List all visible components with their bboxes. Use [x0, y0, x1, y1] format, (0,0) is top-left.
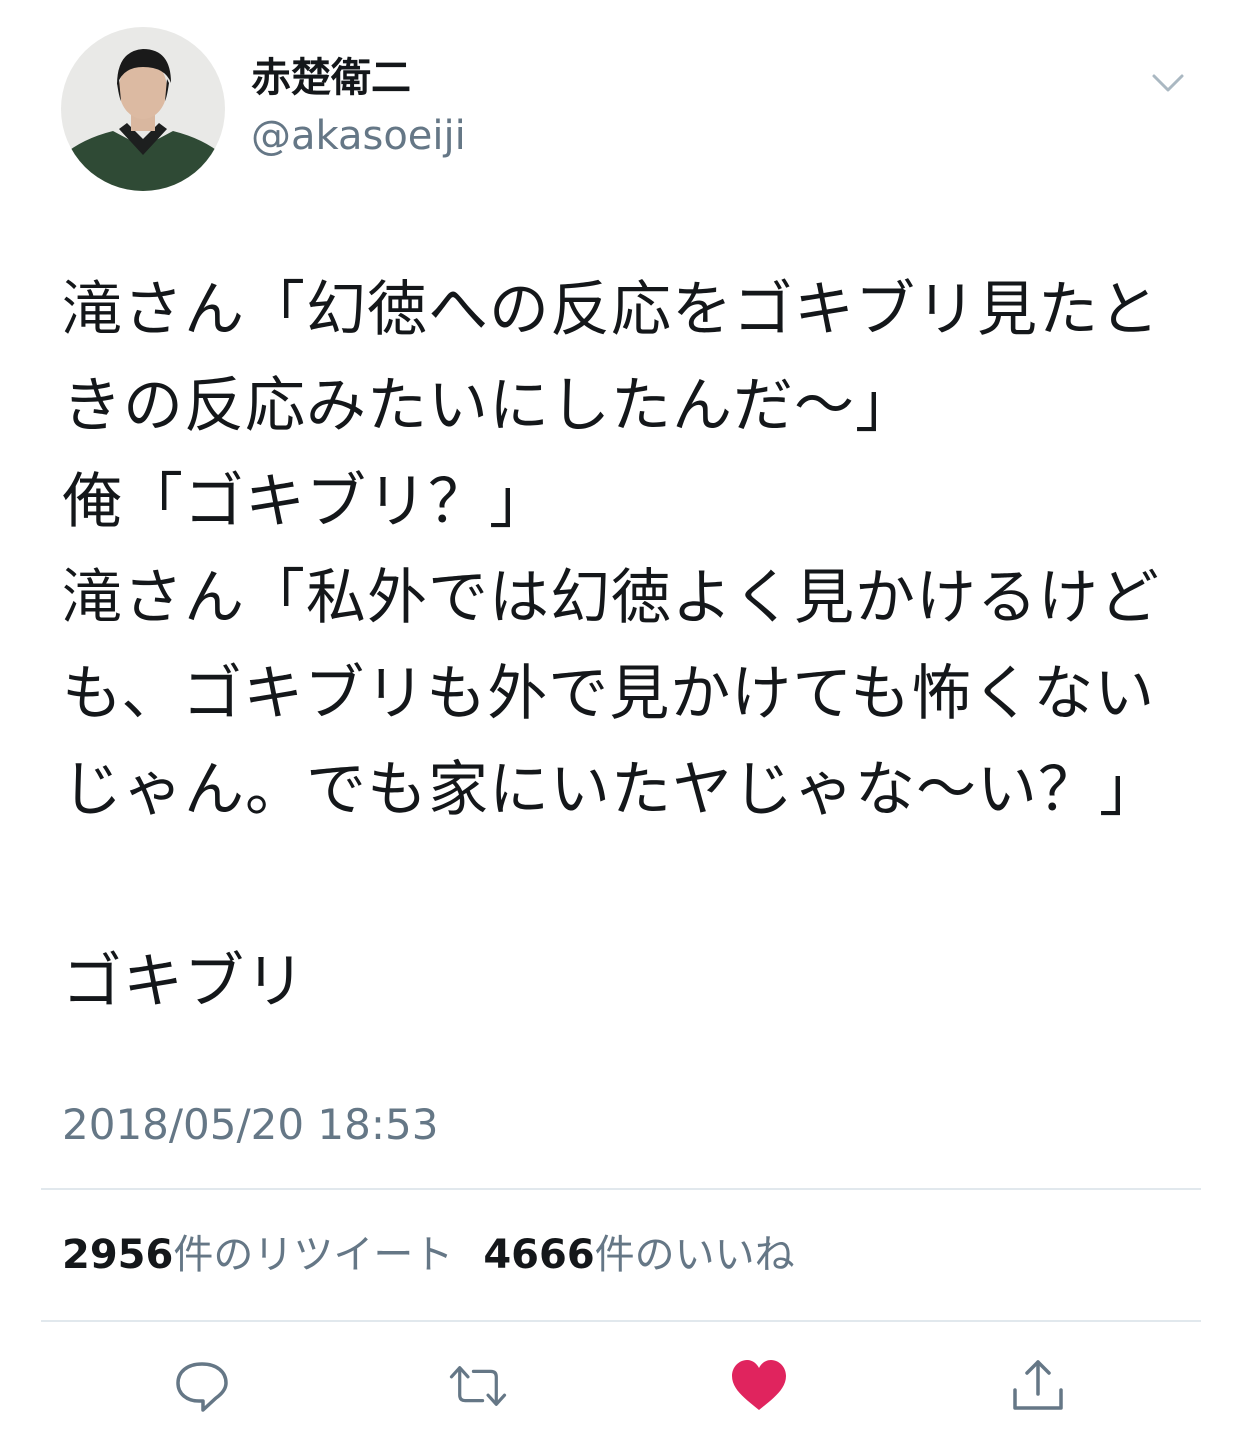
display-name[interactable]: 赤楚衛二 — [251, 52, 411, 104]
tweet-stats: 2956 件のリツイート 4666 件のいいね — [62, 1229, 825, 1281]
like-button[interactable] — [727, 1354, 791, 1418]
retweet-label: 件のリツイート — [173, 1232, 454, 1278]
like-label: 件のいいね — [594, 1232, 795, 1278]
retweet-count: 2956 — [62, 1232, 174, 1278]
like-stat[interactable]: 4666 件のいいね — [483, 1229, 794, 1281]
avatar[interactable] — [61, 27, 225, 191]
divider-top — [41, 1188, 1201, 1190]
user-handle[interactable]: @akasoeiji — [251, 110, 466, 162]
retweet-icon — [449, 1366, 507, 1406]
reply-button[interactable] — [170, 1354, 234, 1418]
avatar-photo — [61, 27, 225, 191]
chevron-down-icon[interactable] — [1148, 64, 1188, 104]
divider-bottom — [41, 1320, 1201, 1322]
retweet-stat[interactable]: 2956 件のリツイート — [62, 1229, 453, 1281]
reply-icon — [176, 1362, 228, 1412]
retweet-button[interactable] — [446, 1354, 510, 1418]
tweet-text: 滝さん「幻徳への反応をゴキブリ見たときの反応みたいにしたんだ〜」 俺「ゴキブリ？… — [62, 275, 1160, 1017]
share-icon — [1013, 1360, 1063, 1410]
tweet-timestamp[interactable]: 2018/05/20 18:53 — [62, 1097, 438, 1153]
share-button[interactable] — [1006, 1354, 1070, 1418]
like-count: 4666 — [483, 1232, 595, 1278]
heart-icon — [732, 1360, 786, 1410]
